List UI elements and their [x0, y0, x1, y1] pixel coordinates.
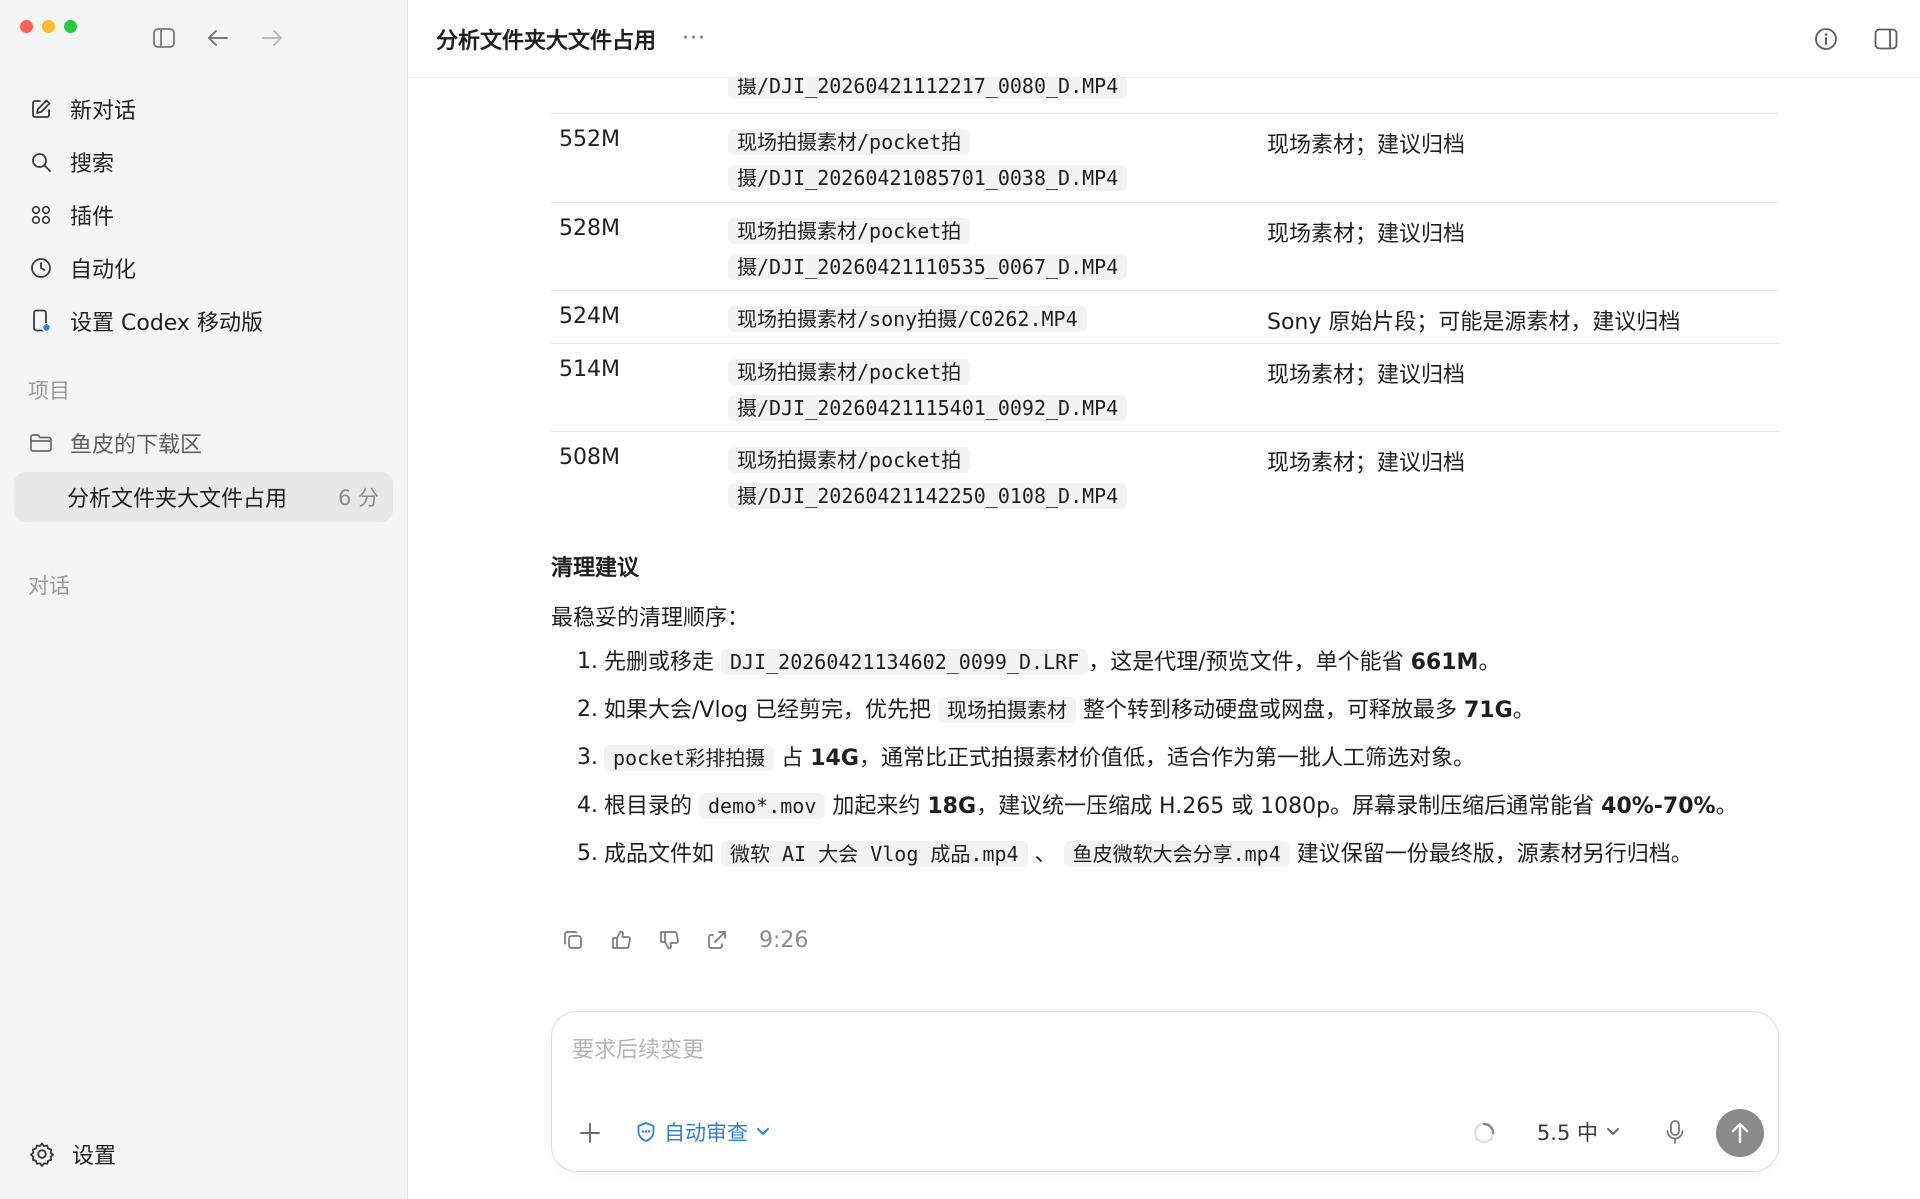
share-icon[interactable] [703, 926, 731, 954]
loading-spinner-icon [1472, 1121, 1496, 1145]
send-button[interactable] [1716, 1109, 1764, 1157]
project-folder[interactable]: 鱼皮的下载区 [14, 418, 393, 468]
file-path: 现场拍摄素材/sony拍摄/C0262.MP4 [728, 301, 1248, 337]
follow-up-input[interactable] [572, 1038, 1472, 1063]
list-item: 3. pocket彩排拍摄 占 14G，通常比正式拍摄素材价值低，适合作为第一批… [577, 745, 1475, 771]
model-label: 5.5 中 [1536, 1121, 1598, 1145]
file-size: 552M [559, 127, 620, 152]
minimize-window-button[interactable] [42, 20, 55, 33]
auto-review-label: 自动审查 [664, 1121, 748, 1145]
conversation-header: 分析文件夹大文件占用 ··· [408, 0, 1920, 78]
header-tools [1812, 25, 1900, 53]
file-size: 528M [559, 216, 620, 241]
chevron-down-icon [756, 1127, 770, 1137]
file-note: 现场素材；建议归档 [1267, 451, 1466, 476]
sidebar: 新对话 搜索 插件 自动化 设置 Codex 移动版 项目 鱼皮的下载区 分析文… [0, 0, 408, 1199]
grid-icon [28, 202, 54, 228]
table-row: 508M 现场拍摄素材/pocket拍 摄/DJI_20260421142250_… [551, 432, 1779, 518]
table-row: 524M 现场拍摄素材/sony拍摄/C0262.MP4 Sony 原始片段；可… [551, 291, 1779, 344]
file-size: 508M [559, 445, 620, 470]
auto-review-dropdown[interactable]: 自动审查 [634, 1115, 770, 1149]
close-window-button[interactable] [20, 20, 33, 33]
sidebar-item-label: 新对话 [70, 99, 137, 124]
list-item: 5. 成品文件如 微软 AI 大会 Vlog 成品.mp4 、 鱼皮微软大会分享… [577, 841, 1693, 867]
add-attachment-button[interactable] [574, 1117, 606, 1149]
sidebar-item-label: 搜索 [70, 152, 115, 177]
settings-label: 设置 [72, 1144, 117, 1169]
message-actions: 9:26 [559, 926, 808, 954]
copy-icon[interactable] [559, 926, 587, 954]
sidebar-item-plugins[interactable]: 插件 [14, 190, 393, 240]
more-options-button[interactable]: ··· [682, 26, 706, 51]
file-note: Sony 原始片段；可能是源素材，建议归档 [1267, 310, 1681, 335]
file-size: 524M [559, 304, 620, 329]
window-controls [20, 20, 77, 33]
list-item: 4. 根目录的 demo*.mov 加起来约 18G，建议统一压缩成 H.265… [577, 793, 1738, 819]
side-panel-toggle-icon[interactable] [1872, 25, 1900, 53]
cleanup-heading: 清理建议 [551, 556, 640, 581]
zoom-window-button[interactable] [64, 20, 77, 33]
back-arrow-icon[interactable] [204, 24, 232, 52]
sidebar-toggle-icon[interactable] [150, 24, 178, 52]
window-toolbar [150, 24, 286, 52]
info-icon[interactable] [1812, 25, 1840, 53]
microphone-icon[interactable] [1660, 1117, 1690, 1147]
chevron-down-icon [1606, 1127, 1620, 1137]
sidebar-nav: 新对话 搜索 插件 自动化 设置 Codex 移动版 [14, 84, 393, 346]
projects-section-label: 项目 [28, 379, 70, 403]
thumbs-down-icon[interactable] [655, 926, 683, 954]
file-path: 现场拍摄素材/pocket拍 摄/DJI_20260421085701_0038_… [728, 124, 1168, 196]
sidebar-item-codex-mobile[interactable]: 设置 Codex 移动版 [14, 296, 393, 346]
file-path: 现场拍摄素材/pocket拍 摄/DJI_20260421110535_0067_… [728, 213, 1168, 285]
page-title: 分析文件夹大文件占用 [436, 28, 657, 54]
sidebar-item-label: 插件 [70, 205, 115, 230]
sidebar-item-search[interactable]: 搜索 [14, 137, 393, 187]
composer: 自动审查 5.5 中 [551, 1011, 1779, 1172]
search-icon [28, 149, 54, 175]
message-time: 9:26 [759, 927, 809, 953]
model-selector[interactable]: 5.5 中 [1537, 1115, 1620, 1149]
list-item: 1. 先删或移走 DJI_20260421134602_0099_D.LRF ，这… [577, 649, 1501, 675]
app-window: 新对话 搜索 插件 自动化 设置 Codex 移动版 项目 鱼皮的下载区 分析文… [0, 0, 1920, 1199]
table-row: 528M 现场拍摄素材/pocket拍 摄/DJI_20260421110535_… [551, 203, 1779, 291]
file-note: 现场素材；建议归档 [1267, 222, 1466, 247]
file-note: 现场素材；建议归档 [1267, 133, 1466, 158]
folder-icon [28, 430, 54, 456]
chats-section-label: 对话 [28, 574, 70, 598]
main-panel: 摄/DJI_20260421112217_0080_D.MP4 552M 现场拍… [408, 0, 1920, 1199]
thread-time: 6 分 [337, 486, 379, 510]
phone-icon [28, 308, 54, 334]
file-path: 现场拍摄素材/pocket拍 摄/DJI_20260421115401_0092_… [728, 354, 1168, 426]
table-row: 514M 现场拍摄素材/pocket拍 摄/DJI_20260421115401_… [551, 344, 1779, 432]
file-path: 现场拍摄素材/pocket拍 摄/DJI_20260421142250_0108_… [728, 442, 1168, 514]
sidebar-item-label: 自动化 [70, 258, 137, 283]
thumbs-up-icon[interactable] [607, 926, 635, 954]
sidebar-item-automation[interactable]: 自动化 [14, 243, 393, 293]
project-name: 鱼皮的下载区 [70, 433, 203, 458]
arrow-up-icon [1731, 1122, 1749, 1144]
table-row: 552M 现场拍摄素材/pocket拍 摄/DJI_20260421085701_… [551, 114, 1779, 203]
sidebar-item-label: 设置 Codex 移动版 [70, 311, 263, 336]
shield-icon [634, 1120, 658, 1144]
file-note: 现场素材；建议归档 [1267, 363, 1466, 388]
thread-title: 分析文件夹大文件占用 [67, 487, 288, 512]
thread-item-active[interactable]: 分析文件夹大文件占用 6 分 [14, 472, 393, 522]
edit-icon [28, 96, 54, 122]
forward-arrow-icon[interactable] [258, 24, 286, 52]
cleanup-steps: 1. 先删或移走 DJI_20260421134602_0099_D.LRF ，这… [551, 644, 1791, 884]
file-size: 514M [559, 357, 620, 382]
settings-button[interactable]: 设置 [14, 1129, 393, 1179]
sidebar-item-new-chat[interactable]: 新对话 [14, 84, 393, 134]
cleanup-intro: 最稳妥的清理顺序： [551, 606, 750, 631]
gear-icon [28, 1140, 56, 1168]
clock-icon [28, 255, 54, 281]
list-item: 2. 如果大会/Vlog 已经剪完，优先把 现场拍摄素材 整个转到移动硬盘或网盘… [577, 697, 1535, 723]
